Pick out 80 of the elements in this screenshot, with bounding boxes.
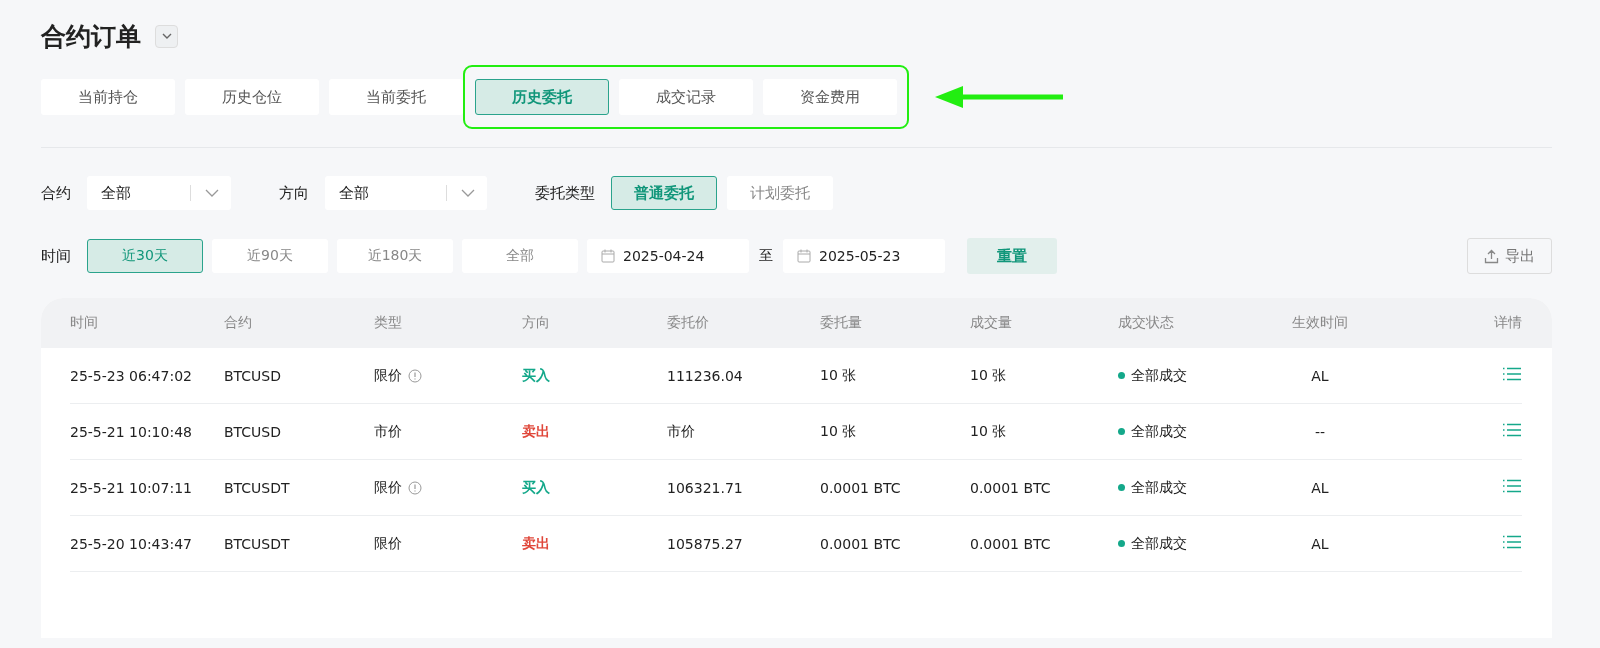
- table-cell: 全部成交: [1131, 422, 1187, 441]
- table-cell-text: 25-5-21 10:10:48: [70, 423, 193, 440]
- table-cell-text: BTCUSDT: [224, 535, 291, 552]
- table-cell-text: 0.0001 BTC: [970, 479, 1052, 496]
- table-cell: AL: [1311, 535, 1329, 552]
- table-cell: 限价: [374, 366, 402, 385]
- table-cell-text: 0.0001 BTC: [820, 479, 902, 496]
- table-cell-text: 25-5-21 10:07:11: [70, 479, 193, 496]
- direction-select[interactable]: 全部: [325, 176, 487, 210]
- time-range-button[interactable]: 全部: [462, 239, 578, 273]
- table-cell: --: [1314, 423, 1326, 440]
- export-button[interactable]: 导出: [1467, 238, 1552, 274]
- info-icon[interactable]: [408, 480, 422, 495]
- upload-icon: [1484, 248, 1499, 264]
- tab[interactable]: 当前持仓: [41, 79, 175, 115]
- column-header: 类型: [374, 314, 403, 332]
- calendar-icon: [797, 249, 811, 263]
- table-cell-text: BTCUSD: [224, 367, 283, 384]
- column-header: 委托价: [667, 314, 710, 332]
- table-cell-text: 卖出: [522, 534, 551, 553]
- table-cell-text: 111236.04: [667, 367, 744, 384]
- table-cell: 限价: [374, 534, 402, 553]
- chevron-down-icon: [205, 189, 219, 197]
- table-cell: 限价: [374, 478, 402, 497]
- table-cell-text: 10 张: [970, 422, 1008, 441]
- column-header: 详情: [1494, 314, 1522, 332]
- date-field[interactable]: 2025-05-23: [783, 239, 945, 273]
- filter-label: 委托类型: [535, 183, 595, 203]
- table-cell-text: 10 张: [820, 422, 858, 441]
- table-cell-text: 买入: [522, 478, 551, 497]
- contract-select[interactable]: 全部: [87, 176, 231, 210]
- table-cell-text: 10 张: [970, 366, 1008, 385]
- table-cell: 全部成交: [1131, 478, 1187, 497]
- list-icon[interactable]: [1502, 479, 1522, 493]
- column-header: 生效时间: [1292, 314, 1348, 332]
- table-cell-text: 市价: [667, 422, 696, 441]
- table-cell-text: 25-5-20 10:43:47: [70, 535, 193, 552]
- table-cell: 全部成交: [1131, 534, 1187, 553]
- order-type-button[interactable]: 计划委托: [727, 176, 833, 210]
- table-cell: 全部成交: [1131, 366, 1187, 385]
- list-icon[interactable]: [1502, 367, 1522, 381]
- tab[interactable]: 成交记录: [619, 79, 753, 115]
- column-header: 方向: [522, 314, 551, 332]
- table-cell: AL: [1311, 367, 1329, 384]
- tab[interactable]: 资金费用: [763, 79, 897, 115]
- chevron-down-icon: [461, 189, 475, 197]
- tab[interactable]: 当前委托: [329, 79, 463, 115]
- filter-label: 时间: [41, 246, 71, 266]
- column-header: 委托量: [820, 314, 863, 332]
- info-icon[interactable]: [408, 368, 422, 383]
- table-cell-text: 卖出: [522, 422, 551, 441]
- column-header: 合约: [224, 314, 253, 332]
- arrow-icon: [935, 86, 1065, 108]
- table-cell-text: 0.0001 BTC: [970, 535, 1052, 552]
- table-cell-text: 10 张: [820, 366, 858, 385]
- column-header: 成交量: [970, 314, 1013, 332]
- column-header: 时间: [70, 314, 99, 332]
- filter-label: 合约: [41, 183, 71, 203]
- date-separator: 至: [759, 247, 773, 265]
- table-cell-text: BTCUSDT: [224, 479, 291, 496]
- table-cell-text: 106321.71: [667, 479, 744, 496]
- table-cell-text: 105875.27: [667, 535, 744, 552]
- page-title: 合约订单: [41, 20, 141, 53]
- filter-label: 方向: [279, 183, 309, 203]
- time-range-button[interactable]: 近90天: [212, 239, 328, 273]
- table-cell-text: 0.0001 BTC: [820, 535, 902, 552]
- table-cell-text: 25-5-23 06:47:02: [70, 367, 193, 384]
- table-cell: AL: [1311, 479, 1329, 496]
- calendar-icon: [601, 249, 615, 263]
- date-field[interactable]: 2025-04-24: [587, 239, 749, 273]
- list-icon[interactable]: [1502, 535, 1522, 549]
- time-range-button[interactable]: 近180天: [337, 239, 453, 273]
- dropdown-button[interactable]: [155, 24, 178, 48]
- tab[interactable]: 历史仓位: [185, 79, 319, 115]
- table-cell: 市价: [374, 422, 402, 441]
- chevron-down-icon: [160, 32, 173, 40]
- table-cell-text: 买入: [522, 366, 551, 385]
- list-icon[interactable]: [1502, 423, 1522, 437]
- column-header: 成交状态: [1118, 314, 1175, 332]
- table-cell-text: BTCUSD: [224, 423, 283, 440]
